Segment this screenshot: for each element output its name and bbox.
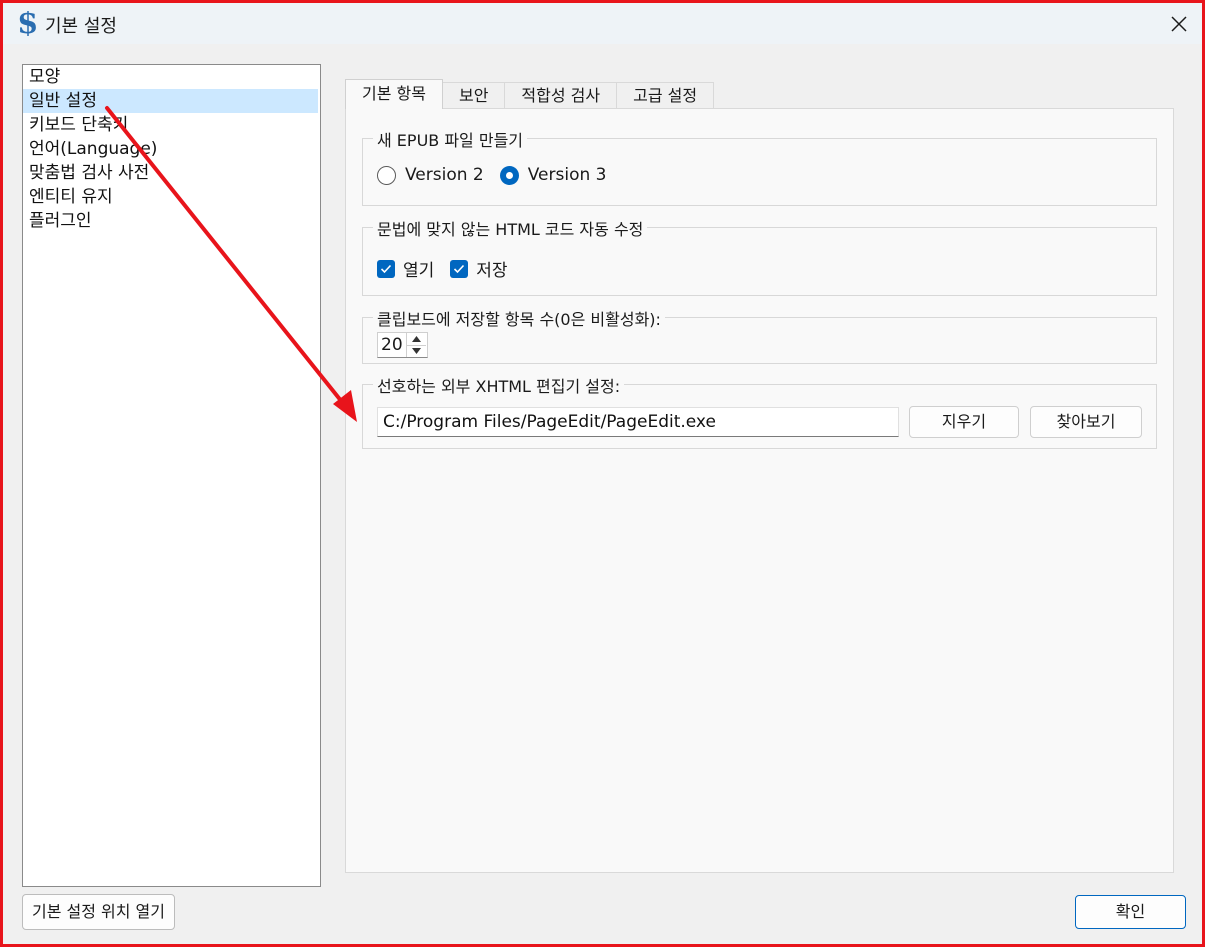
external-editor-group: 선호하는 외부 XHTML 편집기 설정: 지우기 찾아보기 <box>362 373 1157 449</box>
fix-on-save-checkbox[interactable] <box>450 259 469 278</box>
tab-bar: 기본 항목 보안 적합성 검사 고급 설정 <box>345 79 715 109</box>
html-autofix-group: 문법에 맞지 않는 HTML 코드 자동 수정 열기 저장 <box>362 216 1157 296</box>
checkmark-icon <box>454 264 465 273</box>
fix-on-open-label[interactable]: 열기 <box>403 256 434 281</box>
tab-advanced[interactable]: 고급 설정 <box>616 82 715 109</box>
epub-version-legend: 새 EPUB 파일 만들기 <box>373 127 528 151</box>
fix-on-open-checkbox[interactable] <box>377 259 395 278</box>
arrow-up-icon <box>412 335 421 342</box>
sidebar-item-plugins[interactable]: 플러그인 <box>23 209 320 233</box>
sidebar-item-preserve-entities[interactable]: 엔티티 유지 <box>23 185 320 209</box>
spin-down-button[interactable] <box>407 344 426 358</box>
window-title: 기본 설정 <box>45 16 117 37</box>
ok-button[interactable]: 확인 <box>1075 895 1186 929</box>
browse-button[interactable]: 찾아보기 <box>1030 406 1142 438</box>
title-bar: S 기본 설정 <box>3 3 1202 44</box>
clear-button[interactable]: 지우기 <box>909 406 1019 438</box>
external-editor-legend: 선호하는 외부 XHTML 편집기 설정: <box>373 373 625 397</box>
editor-path-input[interactable] <box>377 407 899 437</box>
version2-radio[interactable] <box>377 165 396 185</box>
version2-label[interactable]: Version 2 <box>405 165 484 185</box>
open-preferences-location-button[interactable]: 기본 설정 위치 열기 <box>22 894 175 930</box>
version3-label[interactable]: Version 3 <box>528 165 607 185</box>
fix-on-save-label[interactable]: 저장 <box>476 256 507 281</box>
sidebar-item-keyboard-shortcuts[interactable]: 키보드 단축키 <box>23 113 320 137</box>
spin-up-button[interactable] <box>407 333 426 345</box>
close-icon <box>1171 16 1187 32</box>
clipboard-history-legend: 클립보드에 저장할 항목 수(0은 비활성화): <box>373 306 665 330</box>
sidebar-item-appearance[interactable]: 모양 <box>23 65 320 89</box>
epub-version-group: 새 EPUB 파일 만들기 Version 2 Version 3 <box>362 127 1157 206</box>
tab-security[interactable]: 보안 <box>441 82 506 109</box>
clipboard-count-value[interactable]: 20 <box>378 333 406 357</box>
checkmark-icon <box>380 264 392 273</box>
sidebar-item-general[interactable]: 일반 설정 <box>23 89 318 113</box>
preferences-dialog: S 기본 설정 모양 일반 설정 키보드 단축키 언어(Language) 맞춤… <box>0 0 1205 947</box>
tab-basic[interactable]: 기본 항목 <box>345 79 443 109</box>
close-button[interactable] <box>1164 9 1194 39</box>
tab-panel-basic: 새 EPUB 파일 만들기 Version 2 Version 3 문법에 맞지… <box>345 108 1174 873</box>
sigil-app-icon: S <box>18 9 38 37</box>
sidebar-item-spellcheck-dictionary[interactable]: 맞춤법 검사 사전 <box>23 161 320 185</box>
clipboard-count-spinbox[interactable]: 20 <box>377 332 428 358</box>
arrow-down-icon <box>412 348 421 355</box>
sidebar-item-language[interactable]: 언어(Language) <box>23 137 320 161</box>
html-autofix-legend: 문법에 맞지 않는 HTML 코드 자동 수정 <box>373 216 648 240</box>
tab-validation[interactable]: 적합성 검사 <box>504 82 618 109</box>
category-list: 모양 일반 설정 키보드 단축키 언어(Language) 맞춤법 검사 사전 … <box>22 64 321 887</box>
clipboard-history-group: 클립보드에 저장할 항목 수(0은 비활성화): 20 <box>362 306 1157 364</box>
version3-radio[interactable] <box>499 165 519 185</box>
